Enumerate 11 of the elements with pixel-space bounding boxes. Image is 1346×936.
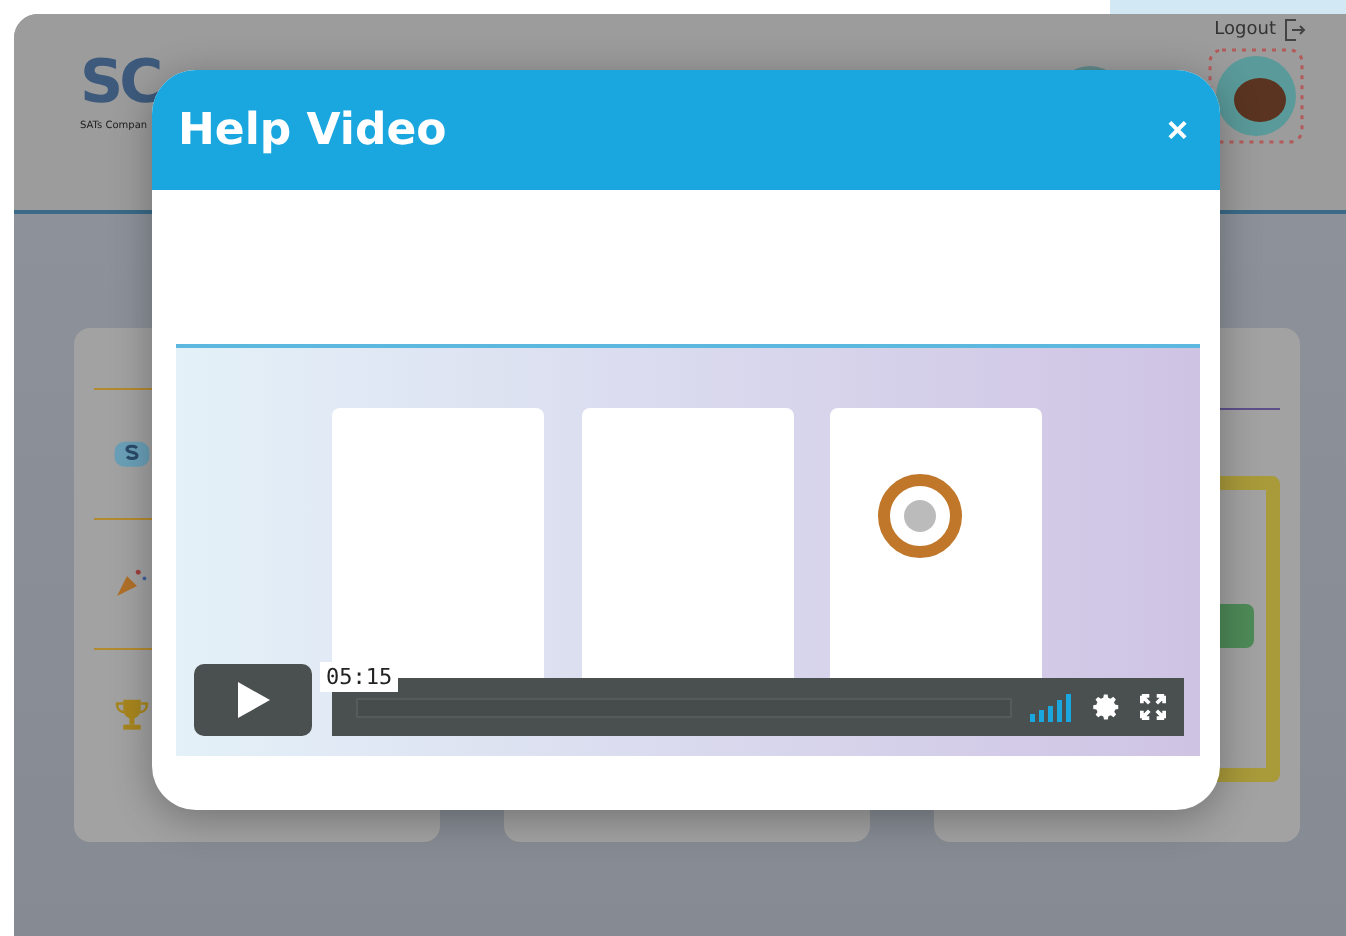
play-icon <box>235 680 271 720</box>
time-tooltip: 05:15 <box>320 662 399 692</box>
logout-link[interactable]: Logout <box>1214 18 1306 42</box>
close-button[interactable]: × <box>1166 109 1188 151</box>
volume-icon[interactable] <box>1030 693 1074 721</box>
modal-title: Help Video <box>178 105 447 155</box>
logout-icon <box>1282 18 1306 42</box>
play-button[interactable] <box>194 664 312 736</box>
settings-icon[interactable] <box>1092 692 1122 722</box>
logo: SC <box>80 54 160 114</box>
fullscreen-icon[interactable] <box>1140 694 1166 720</box>
